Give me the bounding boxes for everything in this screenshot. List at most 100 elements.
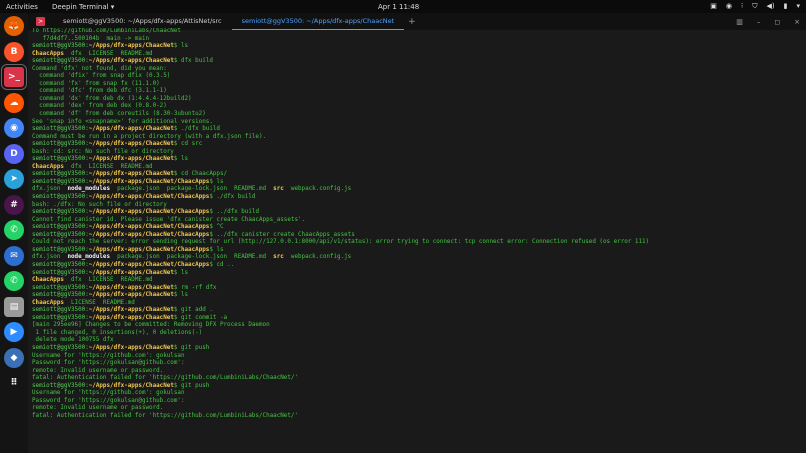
prompt-user: semiott@ggV3500: [32,209,89,216]
file-list: dfx LICENSE README.md [63,163,153,170]
file-list: dfx.json [32,254,68,261]
command-text: cd src [180,141,203,148]
prompt-path: ~/Apps/dfx-apps/ChaacNet/ChaacApps [88,246,210,253]
command-text: ./dfx build [180,126,220,133]
activities-button[interactable]: Activities [6,3,38,11]
prompt-path: ~/Apps/dfx-apps/ChaacNet/ChaacApps [88,209,210,216]
app-icon[interactable]: ◆ [4,347,24,368]
new-tab-button[interactable]: + [408,17,416,27]
output-text: bash: ./dfx: No such file or directory [32,201,167,208]
window-controls: ▥ – ◻ × [736,18,800,26]
prompt-path: ~/Apps/dfx-apps/ChaacNet [88,269,174,276]
output-text: Password for 'https://gokulsan@github.co… [32,360,185,367]
command-text: ls [180,269,189,276]
terminal-line: To https://github.com/LumbiniLabs/ChaacN… [32,28,806,36]
close-button[interactable]: × [794,18,800,26]
brave-icon[interactable]: B [4,41,24,62]
directory-name: src [273,186,284,193]
discord-icon[interactable]: D [4,143,24,164]
terminal-line: semiott@ggV3500:~/Apps/dfx-apps/ChaacNet… [32,292,806,300]
terminal-line: 1 file changed, 0 insertions(+), 0 delet… [32,330,806,338]
output-text: Username for 'https://github.com': gokul… [32,390,185,397]
prompt-symbol: $ [173,314,181,321]
output-text: command 'df' from deb coreutils (8.30-3u… [32,111,206,118]
command-text: git commit -a [180,314,228,321]
command-text: git add . [180,307,213,314]
directory-name: ChaacApps [32,50,64,57]
command-text: ls [216,246,224,253]
prompt-path: ~/Apps/dfx-apps/ChaacNet/ChaacApps [88,178,210,185]
terminal-line: ChaacApps dfx LICENSE README.md [32,277,806,285]
command-text: rm -rf dfx [180,284,217,291]
prompt-user: semiott@ggV3500: [32,382,89,389]
system-tray[interactable]: ▣ ◉ ⁝ ⛉ ◀) ▮ ▾ [710,2,800,11]
output-text: fatal: Authentication failed for 'https:… [32,412,298,419]
terminal-line: semiott@ggV3500:~/Apps/dfx-apps/ChaacNet… [32,383,806,391]
prompt-path: ~/Apps/dfx-apps/ChaacNet [88,171,174,178]
terminal-line: dfx.json node_modules package.json packa… [32,254,806,262]
terminal-line: semiott@ggV3500:~/Apps/dfx-apps/ChaacNet… [32,58,806,66]
directory-name: node_modules [67,186,111,193]
telegram-icon[interactable]: ➤ [4,169,24,189]
whatsapp-icon[interactable]: ✆ [4,220,24,240]
terminal-line: command 'dfc' from deb dfc (3.1.1-1) [32,88,806,96]
maximize-button[interactable]: ◻ [774,18,780,26]
terminal-line: bash: cd: src: No such file or directory [32,149,806,157]
terminal-line: remote: Invalid username or password. [32,405,806,413]
firefox-icon[interactable]: 🦊 [4,16,24,36]
minimize-button[interactable]: – [757,18,761,26]
terminal-line: semiott@ggV3500:~/Apps/dfx-apps/ChaacNet… [32,307,806,315]
chrome-icon[interactable]: ◉ [4,118,24,138]
prompt-user: semiott@ggV3500: [32,58,89,65]
terminal-output[interactable]: To https://github.com/LumbiniLabs/ChaacN… [28,28,806,453]
prompt-path: ~/Apps/dfx-apps/ChaacNet [88,344,174,351]
tray-icon[interactable]: ⁝ [741,2,743,11]
file-list: dfx LICENSE README.md [63,50,153,57]
prompt-user: semiott@ggV3500: [32,178,89,185]
command-text: ls [180,43,189,50]
terminal-icon[interactable]: >_ [1,64,27,90]
whatsapp-2-icon[interactable]: ✆ [4,271,24,291]
prompt-user: semiott@ggV3500: [32,43,89,50]
prompt-user: semiott@ggV3500: [32,126,89,133]
zoom-icon[interactable]: ▶ [4,322,24,342]
clock[interactable]: Apr 1 11:48 [378,3,419,11]
terminal-line: Password for 'https://gokulsan@github.co… [32,398,806,406]
terminal-line: semiott@ggV3500:~/Apps/dfx-apps/ChaacNet… [32,126,806,134]
terminal-line: semiott@ggV3500:~/Apps/dfx-apps/ChaacNet… [32,345,806,353]
prompt-user: semiott@ggV3500: [32,194,89,201]
terminal-line: See 'snap info <snapname>' for additiona… [32,119,806,127]
menu-button[interactable]: ▥ [736,18,743,26]
terminal-line: command 'dfix' from snap dfix (0.3.5) [32,73,806,81]
terminal-line: semiott@ggV3500:~/Apps/dfx-apps/ChaacNet… [32,209,806,217]
terminal-line: ChaacApps dfx LICENSE README.md [32,51,806,59]
terminal-line: semiott@ggV3500:~/Apps/dfx-apps/ChaacNet… [32,262,806,270]
prompt-user: semiott@ggV3500: [32,156,89,163]
tray-icon[interactable]: ◉ [726,2,732,11]
output-text: Password for 'https://gokulsan@github.co… [32,397,185,404]
terminal-line: semiott@ggV3500:~/Apps/dfx-apps/ChaacNet… [32,43,806,51]
app-grid-icon[interactable]: ⠿ [4,373,24,393]
slack-icon[interactable]: # [4,194,24,215]
tray-icon[interactable]: ⛉ [752,2,757,11]
output-text: command 'dfix' from snap dfix (0.3.5) [32,73,171,80]
output-text: fatal: Authentication failed for 'https:… [32,375,298,382]
app-menu[interactable]: Deepin Terminal ▾ [52,3,114,11]
files-icon[interactable]: ▤ [4,296,24,317]
prompt-path: ~/Apps/dfx-apps/ChaacNet [88,141,174,148]
dock: 🦊 B >_ ☁ ◉ D ➤ # ✆ ✉ ✆ ▤ ▶ ◆ ⠿ [0,13,28,453]
tray-icon[interactable]: ▾ [796,2,800,11]
terminal-line: remote: Invalid username or password. [32,368,806,376]
output-text: Cannot find canister id. Please issue 'd… [32,216,306,223]
terminal-line: semiott@ggV3500:~/Apps/dfx-apps/ChaacNet… [32,179,806,187]
soundcloud-icon[interactable]: ☁ [4,92,24,113]
prompt-symbol: $ [173,382,181,389]
tray-icon[interactable]: ▮ [784,2,788,11]
thunderbird-icon[interactable]: ✉ [4,245,24,266]
tray-icon[interactable]: ▣ [710,2,717,11]
output-text: remote: Invalid username or password. [32,405,164,412]
terminal-line: Username for 'https://github.com': gokul… [32,353,806,361]
prompt-symbol: $ [173,141,181,148]
tray-icon[interactable]: ◀) [767,2,775,11]
output-text: command 'dfc' from deb dfc (3.1.1-1) [32,88,167,95]
